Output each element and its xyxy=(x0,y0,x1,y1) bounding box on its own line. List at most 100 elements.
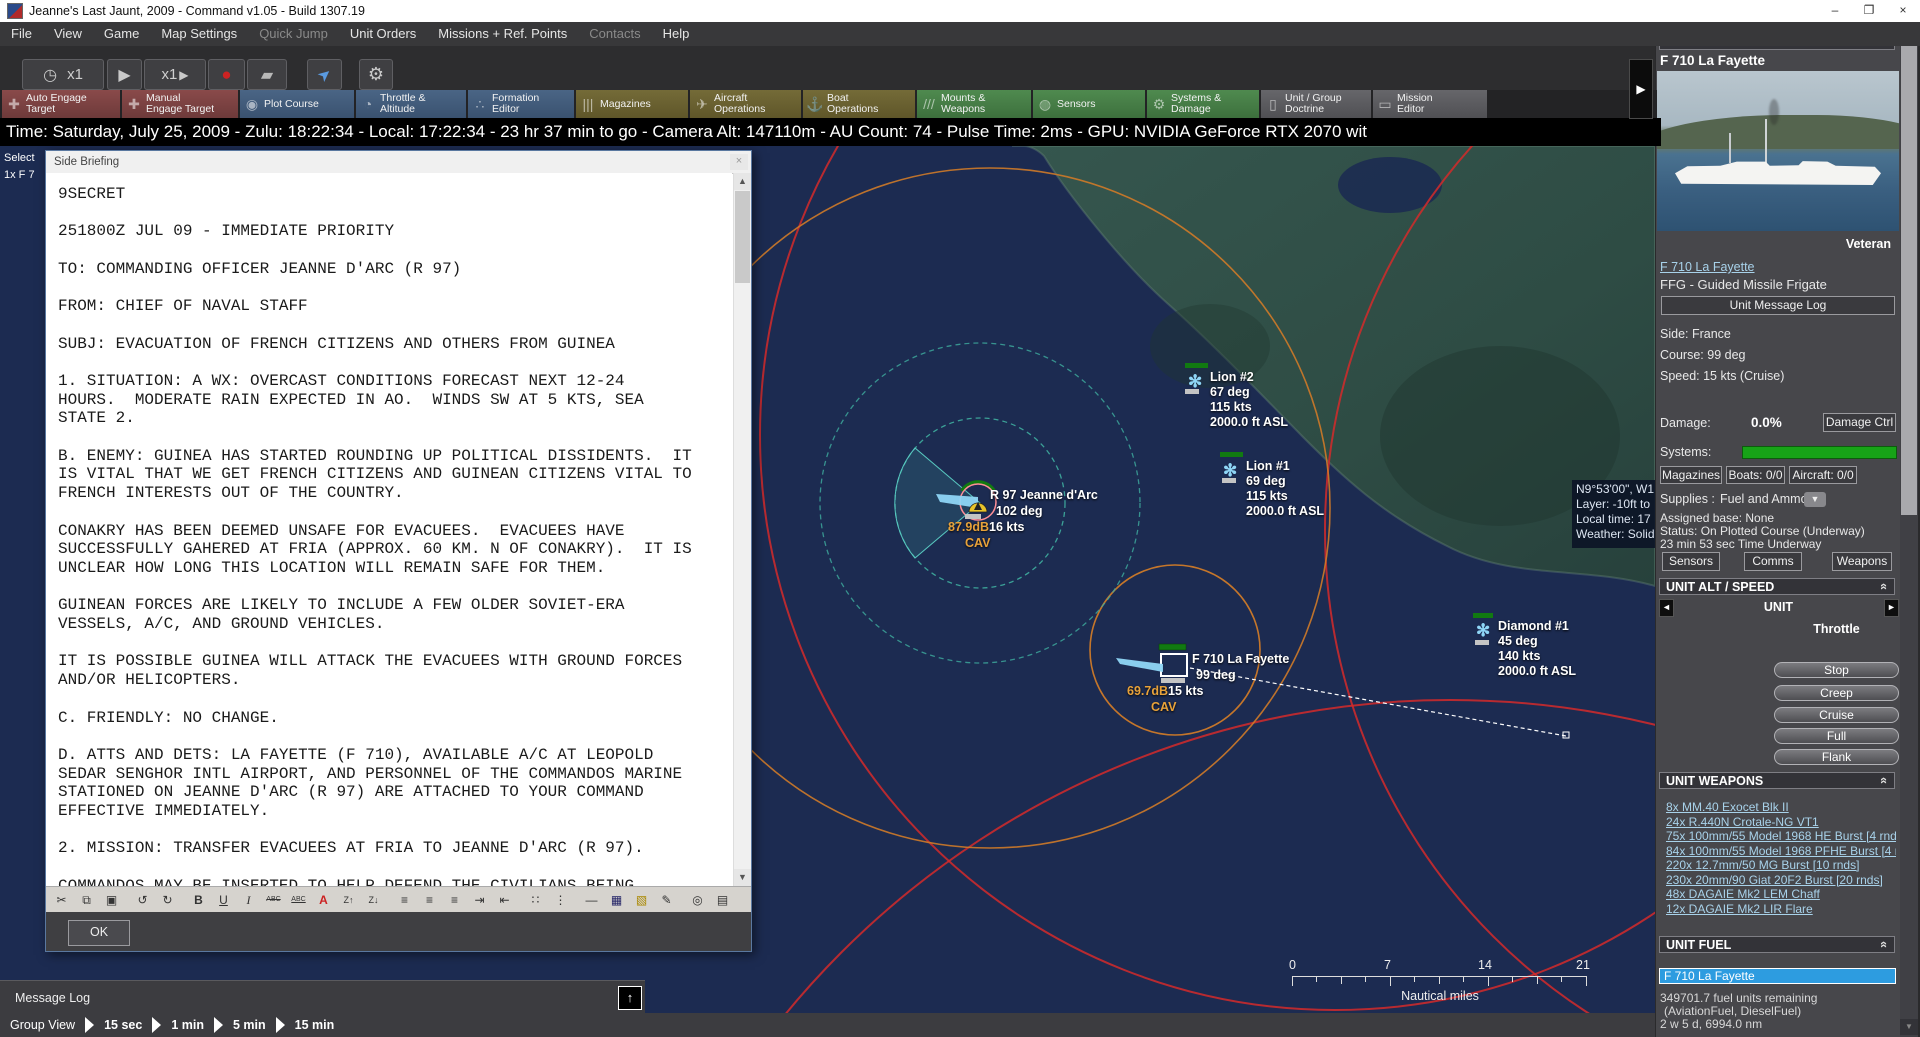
message-log-bar[interactable]: Message Log ↑ xyxy=(0,980,645,1014)
weapon-link[interactable]: 24x R.440N Crotale-NG VT1 xyxy=(1666,815,1896,829)
weapon-link[interactable]: 12x DAGAIE Mk2 LIR Flare xyxy=(1666,902,1896,916)
sidebar-toggle-button[interactable]: ▶ xyxy=(1629,59,1653,119)
throttle-stop-button[interactable]: Stop xyxy=(1774,662,1899,678)
magazines-panel-button[interactable]: Magazines xyxy=(1660,466,1722,484)
scroll-thumb[interactable] xyxy=(735,191,750,283)
plot-course-button[interactable]: ◉ Plot Course xyxy=(240,90,354,118)
weapon-link[interactable]: 75x 100mm/55 Model 1968 HE Burst [4 rnds… xyxy=(1666,829,1896,843)
close-button[interactable]: × xyxy=(1886,0,1920,22)
spell-check-icon[interactable]: ✎ xyxy=(655,888,678,911)
unit-link[interactable]: F 710 La Fayette xyxy=(1660,260,1755,274)
font-color-icon[interactable]: A xyxy=(312,888,335,911)
indent-decrease-icon[interactable]: ⇤ xyxy=(493,888,516,911)
manual-engage-target-button[interactable]: ✚ Manual Engage Target xyxy=(122,90,238,118)
damage-ctrl-button[interactable]: Damage Ctrl xyxy=(1823,413,1896,432)
formation-editor-button[interactable]: ∴ Formation Editor xyxy=(468,90,574,118)
menu-missions-ref-points[interactable]: Missions + Ref. Points xyxy=(427,22,578,46)
throttle-altitude-button[interactable]: ◔ Throttle & Altitude xyxy=(356,90,466,118)
scroll-thumb[interactable] xyxy=(1901,45,1917,515)
numbered-list-icon[interactable]: ⋮ xyxy=(549,888,572,911)
unit-alt-speed-header[interactable]: UNIT ALT / SPEED « xyxy=(1659,578,1895,595)
italic-icon[interactable]: I xyxy=(237,888,260,911)
weapon-link[interactable]: 48x DAGAIE Mk2 LEM Chaff xyxy=(1666,887,1896,901)
scroll-down-icon[interactable]: ▼ xyxy=(734,869,751,886)
weapon-link[interactable]: 84x 100mm/55 Model 1968 PFHE Burst [4 rn… xyxy=(1666,844,1896,858)
time-compression-button[interactable]: ◷ x1 xyxy=(22,59,104,90)
menu-game[interactable]: Game xyxy=(93,22,150,46)
fuel-unit-selected-row[interactable]: F 710 La Fayette xyxy=(1659,968,1896,984)
align-center-icon[interactable]: ≡ xyxy=(418,888,441,911)
briefing-scrollbar[interactable]: ▲ ▼ xyxy=(733,173,751,886)
menu-map-settings[interactable]: Map Settings xyxy=(150,22,248,46)
throttle-creep-button[interactable]: Creep xyxy=(1774,685,1899,701)
step-1min-button[interactable]: 1 min xyxy=(171,1018,204,1032)
systems-damage-button[interactable]: ⚙ Systems & Damage xyxy=(1147,90,1259,118)
boat-operations-button[interactable]: ⚓ Boat Operations xyxy=(803,90,915,118)
scroll-down-icon[interactable]: ▼ xyxy=(1900,1019,1918,1035)
align-right-icon[interactable]: ≡ xyxy=(443,888,466,911)
aircraft-button[interactable]: Aircraft: 0/0 xyxy=(1789,466,1857,484)
run-compressed-button[interactable]: x1 ▶ xyxy=(144,59,206,90)
unit-label-f710[interactable]: F 710 La Fayette xyxy=(1192,652,1289,666)
strikethrough-icon[interactable]: ABC xyxy=(262,888,285,911)
supplies-dropdown-button[interactable]: ▼ xyxy=(1804,492,1826,507)
dialog-close-button[interactable]: × xyxy=(730,154,748,170)
record-button[interactable]: ● xyxy=(208,59,245,90)
insert-table-icon[interactable]: ▦ xyxy=(605,888,628,911)
sensors-panel-button[interactable]: Sensors xyxy=(1662,552,1720,571)
unit-fuel-header[interactable]: UNIT FUEL « xyxy=(1659,936,1895,953)
weapon-link[interactable]: 220x 12.7mm/50 MG Burst [10 rnds] xyxy=(1666,858,1896,872)
sort-ascending-icon[interactable]: Z↑ xyxy=(337,888,360,911)
minimize-button[interactable]: – xyxy=(1818,0,1852,22)
panel-scrollbar[interactable]: ▲ ▼ xyxy=(1900,28,1918,1037)
mission-editor-button[interactable]: ▭ Mission Editor xyxy=(1373,90,1487,118)
underline-icon[interactable]: U xyxy=(212,888,235,911)
sort-descending-icon[interactable]: Z↓ xyxy=(362,888,385,911)
map-layers-button[interactable]: ▰ xyxy=(247,59,287,90)
group-view-button[interactable]: Group View xyxy=(10,1018,75,1032)
menu-view[interactable]: View xyxy=(43,22,93,46)
step-5min-button[interactable]: 5 min xyxy=(233,1018,266,1032)
cut-icon[interactable]: ✂ xyxy=(50,888,73,911)
aircraft-operations-button[interactable]: ✈ Aircraft Operations xyxy=(690,90,801,118)
bullet-list-icon[interactable]: ∷ xyxy=(524,888,547,911)
find-icon[interactable]: ◎ xyxy=(686,888,709,911)
maximize-button[interactable]: ❐ xyxy=(1852,0,1886,22)
run-button[interactable]: ▶ xyxy=(107,59,142,90)
settings-button[interactable]: ⚙ xyxy=(359,59,393,90)
horizontal-rule-icon[interactable]: — xyxy=(580,888,603,911)
boats-button[interactable]: Boats: 0/0 xyxy=(1726,466,1785,484)
comms-button[interactable]: Comms xyxy=(1744,552,1802,571)
throttle-cruise-button[interactable]: Cruise xyxy=(1774,707,1899,723)
copy-icon[interactable]: ⧉ xyxy=(75,888,98,911)
jump-button[interactable]: ➤ xyxy=(307,59,342,90)
side-briefing-dialog[interactable]: Side Briefing × 9SECRET 251800Z JUL 09 -… xyxy=(45,150,752,952)
weapon-link[interactable]: 8x MM.40 Exocet Blk II xyxy=(1666,800,1896,814)
step-15min-button[interactable]: 15 min xyxy=(295,1018,335,1032)
magazines-button[interactable]: ||| Magazines xyxy=(576,90,688,118)
contact-label-lion2[interactable]: Lion #2 67 deg 115 kts 2000.0 ft ASL xyxy=(1210,370,1288,430)
underline-style-icon[interactable]: ABC xyxy=(287,888,310,911)
supplies-value[interactable]: Fuel and Ammo xyxy=(1720,492,1808,506)
throttle-full-button[interactable]: Full xyxy=(1774,728,1899,744)
contact-label-lion1[interactable]: Lion #1 69 deg 115 kts 2000.0 ft ASL xyxy=(1246,459,1324,519)
ok-button[interactable]: OK xyxy=(68,920,130,946)
dialog-title-bar[interactable]: Side Briefing × xyxy=(46,151,751,174)
print-icon[interactable]: ▤ xyxy=(711,888,734,911)
step-15sec-button[interactable]: 15 sec xyxy=(104,1018,142,1032)
indent-increase-icon[interactable]: ⇥ xyxy=(468,888,491,911)
paste-icon[interactable]: ▣ xyxy=(100,888,123,911)
sensors-button[interactable]: ◍ Sensors xyxy=(1033,90,1145,118)
menu-unit-orders[interactable]: Unit Orders xyxy=(339,22,427,46)
unit-message-log-button[interactable]: Unit Message Log xyxy=(1661,296,1895,315)
unit-label-r97[interactable]: R 97 Jeanne d'Arc xyxy=(990,488,1098,502)
menu-file[interactable]: File xyxy=(0,22,43,46)
unit-group-doctrine-button[interactable]: ▯ Unit / Group Doctrine xyxy=(1261,90,1371,118)
bold-icon[interactable]: B xyxy=(187,888,210,911)
menu-help[interactable]: Help xyxy=(652,22,701,46)
weapon-link[interactable]: 230x 20mm/90 Giat 20F2 Burst [20 rnds] xyxy=(1666,873,1896,887)
message-log-expand-button[interactable]: ↑ xyxy=(618,986,642,1010)
align-left-icon[interactable]: ≡ xyxy=(393,888,416,911)
scroll-up-icon[interactable]: ▲ xyxy=(734,173,751,190)
redo-icon[interactable]: ↻ xyxy=(156,888,179,911)
